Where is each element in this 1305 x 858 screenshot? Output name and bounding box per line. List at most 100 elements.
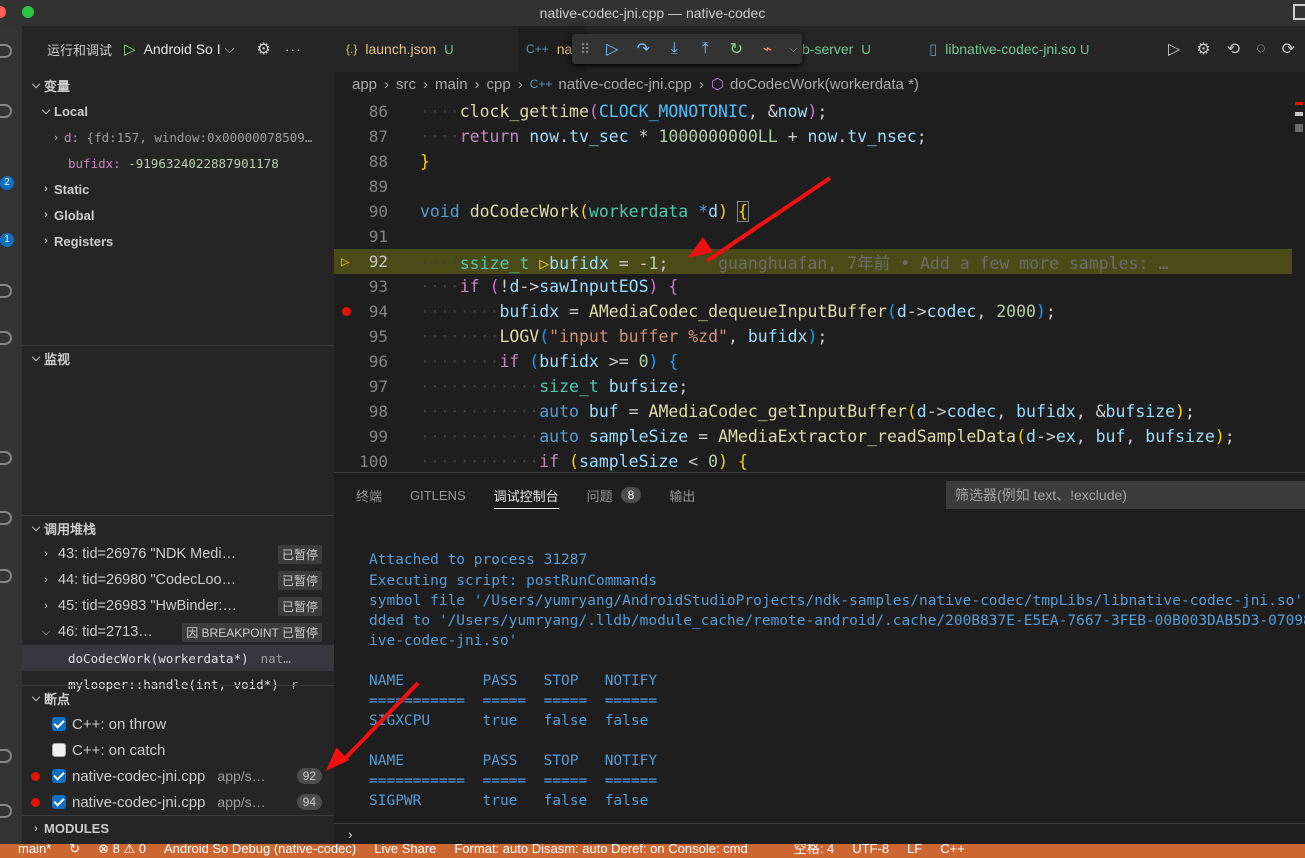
code-editor[interactable]: 86 ····clock_gettime(CLOCK_MONOTONIC, &n… xyxy=(334,96,1292,472)
continue-icon[interactable]: ▷ xyxy=(603,39,621,59)
tab-launch-json[interactable]: {.} launch.json U xyxy=(346,26,454,72)
editor-tabs: {.} launch.json U C++ nati b-server U ▯ … xyxy=(334,26,1305,72)
registers-scope[interactable]: › Registers xyxy=(22,228,334,254)
thread-row[interactable]: › 43: tid=26976 "NDK Medi… 已暂停 xyxy=(22,541,334,567)
line-number: 100 xyxy=(359,452,388,471)
breakpoint-checkbox[interactable] xyxy=(52,717,66,731)
breakpoints-header[interactable]: ⌵ 断点 xyxy=(22,685,334,711)
static-scope[interactable]: › Static xyxy=(22,176,334,202)
close-window-button[interactable] xyxy=(0,6,6,18)
breadcrumb-item[interactable]: cpp xyxy=(487,76,511,93)
thread-row[interactable]: › 45: tid=26983 "HwBinder:… 已暂停 xyxy=(22,593,334,619)
cpp-icon: C++ xyxy=(529,77,553,91)
docker-icon[interactable] xyxy=(0,569,12,583)
language-status[interactable]: C++ xyxy=(940,844,965,858)
breakpoint-checkbox[interactable] xyxy=(52,769,66,783)
variable-row[interactable]: bufidx: -9196324022887901178 xyxy=(22,150,334,176)
thread-row[interactable]: › 44: tid=26980 "CodecLoo… 已暂停 xyxy=(22,567,334,593)
tab-libnative-so[interactable]: ▯ libnative-codec-jni.so U xyxy=(929,26,1089,72)
remote-icon[interactable] xyxy=(0,331,12,345)
breadcrumb-item[interactable]: doCodecWork(workerdata *) xyxy=(730,76,919,93)
go-back-icon[interactable]: ⟲ xyxy=(1227,39,1240,59)
debug-badge: 1 xyxy=(0,233,14,247)
problems-status[interactable]: ⊗ 8 ⚠ 0 xyxy=(98,844,146,858)
breadcrumb-item[interactable]: native-codec-jni.cpp xyxy=(558,76,691,93)
local-label: Local xyxy=(54,103,88,119)
branch-status[interactable]: main* xyxy=(18,844,51,858)
start-debug-icon[interactable]: ▷ xyxy=(124,40,136,58)
variable-row[interactable]: › d: {fd:157, window:0x00000078509… xyxy=(22,124,334,150)
live-share-status[interactable]: Live Share xyxy=(374,844,436,858)
breakpoint-path: app/s… xyxy=(217,768,266,784)
run-icon[interactable]: ▷ xyxy=(1168,39,1180,59)
cpp-icon: C++ xyxy=(526,42,549,56)
indentation-status[interactable]: 空格: 4 xyxy=(794,844,834,858)
launch-status[interactable]: Android So Debug (native-codec) xyxy=(164,844,356,858)
thread-label: 46: tid=2713… xyxy=(58,624,153,640)
chevron-right-icon: › xyxy=(34,822,38,835)
layout-icon[interactable] xyxy=(1293,4,1305,20)
breakpoint-row[interactable]: native-codec-jni.cpp app/s… 92 xyxy=(22,763,334,789)
account-icon[interactable] xyxy=(0,749,12,763)
window-title: native-codec-jni.cpp — native-codec xyxy=(539,5,766,21)
breadcrumb-item[interactable]: src xyxy=(396,76,416,93)
eol-status[interactable]: LF xyxy=(907,844,922,858)
disconnect-icon[interactable]: ⌁ xyxy=(758,39,776,59)
more-icon[interactable]: ··· xyxy=(285,41,302,57)
tab-debug-console[interactable]: 调试控制台 xyxy=(493,473,559,517)
tab-gitlens[interactable]: GITLENS xyxy=(410,473,466,517)
breakpoint-row[interactable]: native-codec-jni.cpp app/s… 94 xyxy=(22,789,334,815)
scm-badge: 2 xyxy=(0,176,14,190)
step-over-icon[interactable]: ↷ xyxy=(634,39,652,59)
go-forward-icon[interactable]: ⟳ xyxy=(1282,39,1295,59)
tab-problems[interactable]: 问题 8 xyxy=(587,473,642,517)
breakpoint-checkbox[interactable] xyxy=(52,795,66,809)
step-out-icon[interactable]: ⤒ xyxy=(696,40,714,58)
thread-row[interactable]: ⌵ 46: tid=2713… 因 BREAKPOINT 已暂停 xyxy=(22,619,334,645)
explorer-icon[interactable] xyxy=(0,44,12,58)
local-scope[interactable]: ⌵ Local xyxy=(22,98,334,124)
extensions-icon[interactable] xyxy=(0,284,12,298)
testing-icon[interactable] xyxy=(0,451,12,465)
restart-icon[interactable]: ↻ xyxy=(727,39,745,59)
callstack-header[interactable]: ⌵ 调用堆栈 xyxy=(22,515,334,541)
modules-section[interactable]: › MODULES xyxy=(22,815,334,841)
line-number: 91 xyxy=(368,227,388,246)
timeline-icon[interactable]: ◌ xyxy=(1256,40,1266,58)
breakpoint-row[interactable]: C++: on throw xyxy=(22,711,334,737)
watch-section[interactable]: ⌵ 监视 xyxy=(22,345,334,371)
console-input[interactable]: › xyxy=(334,823,1305,845)
minimap[interactable] xyxy=(1292,96,1305,472)
launch-config-select[interactable]: Android So I xyxy=(144,41,221,57)
line-number: 87 xyxy=(368,127,388,146)
zoom-window-button[interactable] xyxy=(22,6,34,18)
tab-output[interactable]: 输出 xyxy=(669,473,695,517)
search-icon[interactable] xyxy=(0,104,12,118)
gear-icon[interactable]: ⚙ xyxy=(256,39,270,59)
tab-terminal[interactable]: 终端 xyxy=(356,473,382,517)
global-scope[interactable]: › Global xyxy=(22,202,334,228)
stack-frame[interactable]: doCodecWork(workerdata*) nat… xyxy=(22,645,334,671)
console-filter-input[interactable]: 筛选器(例如 text、!exclude) xyxy=(946,481,1305,509)
breakpoints-title: 断点 xyxy=(44,692,71,707)
gear-icon[interactable]: ⚙ xyxy=(1196,39,1210,59)
console-line: dded to '/Users/yumryang/.lldb/module_ca… xyxy=(369,613,1305,629)
breakpoint-dot-icon[interactable] xyxy=(342,307,351,316)
breakpoint-checkbox[interactable] xyxy=(52,743,66,757)
lldb-format-status[interactable]: Format: auto Disasm: auto Deref: on Cons… xyxy=(454,844,747,858)
variables-section[interactable]: ⌵ 变量 xyxy=(22,72,334,98)
breakpoint-row[interactable]: C++: on catch xyxy=(22,737,334,763)
tab-b-server[interactable]: b-server U xyxy=(802,26,871,72)
breadcrumb-item[interactable]: app xyxy=(352,76,377,93)
step-into-icon[interactable]: ⤓ xyxy=(665,40,683,58)
manage-icon[interactable] xyxy=(0,804,12,818)
encoding-status[interactable]: UTF-8 xyxy=(852,844,889,858)
sync-icon[interactable]: ↻ xyxy=(69,844,80,858)
chevron-down-icon[interactable]: ⌵ xyxy=(789,43,797,56)
gitlens-icon[interactable] xyxy=(0,511,12,525)
breadcrumb-item[interactable]: main xyxy=(435,76,468,93)
code-line: 91 xyxy=(334,224,1292,249)
drag-handle-icon[interactable]: ⠿ xyxy=(580,41,590,58)
chevron-down-icon[interactable]: ⌵ xyxy=(225,41,235,57)
code-line: 98 ············auto buf = AMediaCodec_ge… xyxy=(334,399,1292,424)
